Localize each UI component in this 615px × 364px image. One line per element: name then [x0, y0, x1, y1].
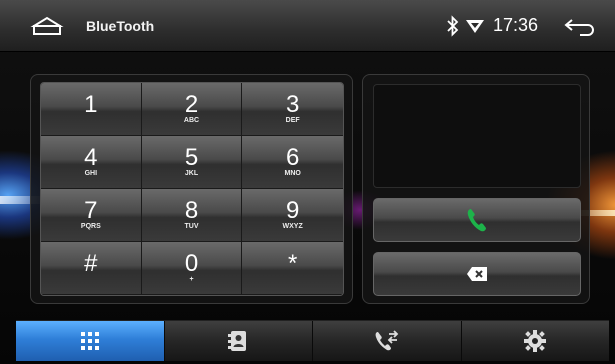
key-digit: 8	[184, 197, 199, 224]
key-3[interactable]: 3 DEF	[242, 83, 343, 136]
backspace-icon	[467, 267, 487, 281]
key-letters: MNO	[284, 170, 301, 177]
bottom-tab-bar	[16, 320, 609, 361]
key-digit: 0	[184, 250, 199, 277]
key-hash[interactable]: #	[41, 242, 142, 295]
key-digit: 4	[84, 144, 98, 171]
key-digit: 2	[184, 91, 199, 118]
key-8[interactable]: 8 TUV	[141, 189, 243, 242]
key-letters: ABC	[183, 117, 200, 124]
contacts-icon	[228, 331, 247, 351]
key-digit: *	[287, 250, 298, 277]
key-digit: 9	[285, 197, 300, 224]
tab-call-log[interactable]	[313, 321, 462, 361]
key-digit: 6	[285, 144, 300, 171]
dialpad: 1 2 ABC 3 DEF 4 GHI 5 JKL 6 MNO 7 PQRS 8	[40, 82, 344, 296]
key-letters: +	[189, 276, 194, 283]
dialpad-icon	[80, 332, 99, 350]
key-1[interactable]: 1	[41, 83, 142, 136]
key-digit: 1	[84, 91, 98, 118]
key-6[interactable]: 6 MNO	[242, 136, 343, 189]
settings-icon	[524, 330, 547, 352]
key-7[interactable]: 7 PQRS	[41, 189, 142, 242]
key-letters: GHI	[84, 170, 98, 177]
phone-call-icon	[467, 209, 486, 232]
clock: 17:36	[493, 15, 539, 35]
bluetooth-dialer-screen: BlueTooth 17:36 1 2 ABC 3 DEF 4 GHI 5 JK…	[0, 0, 615, 364]
key-digit: 5	[184, 144, 199, 171]
key-digit: 3	[285, 91, 300, 118]
bluetooth-icon	[447, 15, 459, 37]
key-letters: WXYZ	[282, 223, 303, 230]
key-digit: #	[84, 250, 98, 277]
page-title: BlueTooth	[86, 18, 155, 34]
call-log-icon	[375, 330, 399, 351]
key-0[interactable]: 0 +	[141, 242, 243, 295]
key-digit: 7	[84, 197, 98, 224]
key-letters: DEF	[285, 117, 300, 124]
key-star[interactable]: *	[242, 242, 343, 295]
key-2[interactable]: 2 ABC	[141, 83, 243, 136]
key-letters: PQRS	[80, 223, 101, 230]
key-letters: TUV	[184, 223, 199, 230]
tab-settings[interactable]	[461, 321, 609, 361]
home-icon[interactable]	[30, 14, 64, 38]
key-4[interactable]: 4 GHI	[41, 136, 142, 189]
tab-contacts[interactable]	[164, 321, 313, 361]
number-display	[373, 84, 581, 188]
call-button[interactable]	[373, 198, 581, 242]
key-letters: JKL	[184, 170, 199, 177]
wifi-icon	[466, 20, 484, 33]
key-9[interactable]: 9 WXYZ	[242, 189, 343, 242]
key-5[interactable]: 5 JKL	[141, 136, 243, 189]
tab-dialpad[interactable]	[16, 321, 165, 361]
delete-button[interactable]	[373, 252, 581, 296]
back-icon[interactable]	[562, 16, 596, 36]
status-bar: BlueTooth 17:36	[0, 0, 615, 52]
